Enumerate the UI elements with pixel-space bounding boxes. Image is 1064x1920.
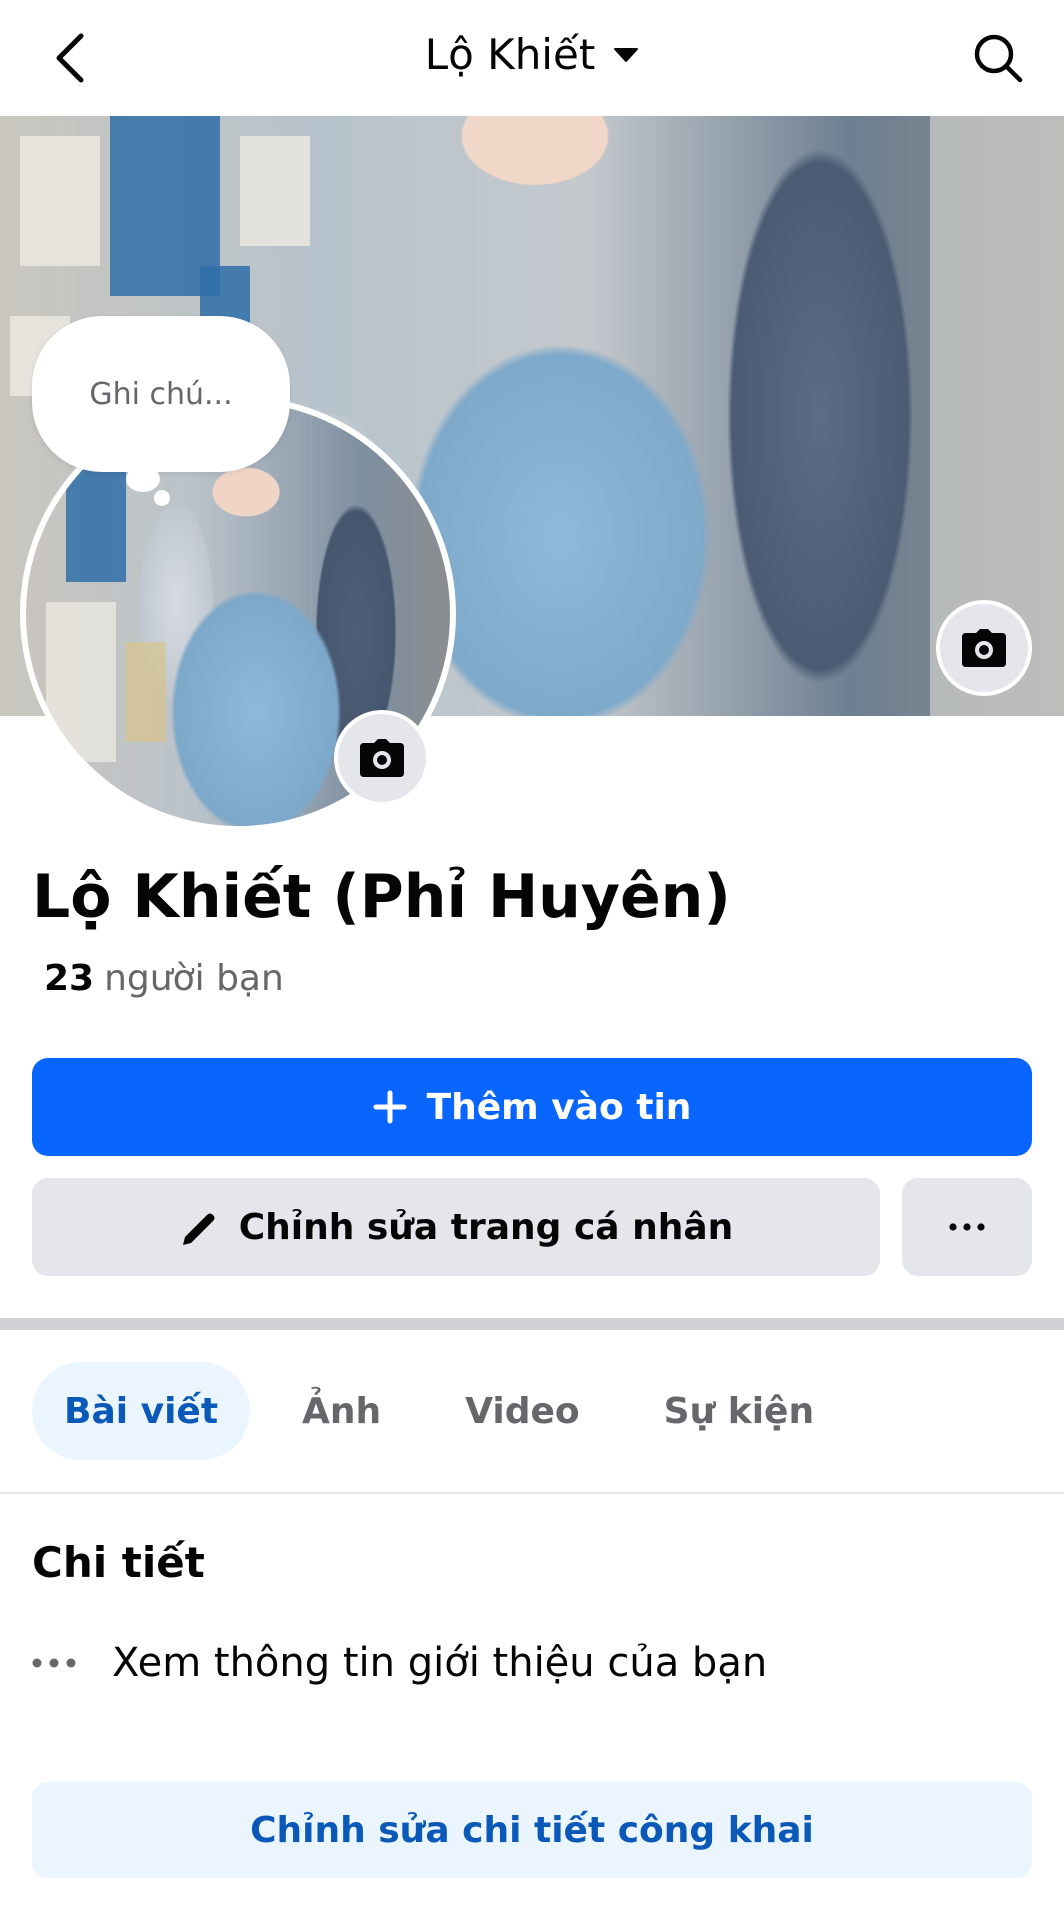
search-button[interactable]	[968, 28, 1028, 88]
profile-name: Lộ Khiết (Phỉ Huyên)	[32, 862, 731, 932]
page-title: Lộ Khiết	[424, 30, 596, 79]
edit-public-details-button[interactable]: Chỉnh sửa chi tiết công khai	[32, 1782, 1032, 1878]
avatar-decor	[46, 602, 116, 762]
edit-cover-button[interactable]	[936, 600, 1032, 696]
avatar-decor	[66, 462, 126, 582]
caret-down-icon	[614, 47, 639, 62]
edit-avatar-button[interactable]	[334, 710, 430, 806]
pencil-icon	[182, 1213, 215, 1245]
friend-count[interactable]: 23 người bạn	[44, 958, 284, 999]
search-icon	[974, 34, 1023, 83]
more-icon	[32, 1658, 76, 1668]
friend-count-number: 23	[44, 958, 95, 999]
cover-decor	[240, 136, 310, 246]
add-to-story-label: Thêm vào tin	[426, 1086, 692, 1128]
section-divider	[0, 1318, 1064, 1330]
add-to-story-button[interactable]: Thêm vào tin	[32, 1058, 1032, 1156]
more-options-button[interactable]	[902, 1178, 1032, 1276]
edit-profile-button[interactable]: Chỉnh sửa trang cá nhân	[32, 1178, 880, 1276]
avatar-decor	[126, 642, 166, 742]
plus-icon	[373, 1090, 407, 1124]
camera-icon	[360, 739, 404, 777]
view-intro-label: Xem thông tin giới thiệu của bạn	[112, 1640, 768, 1686]
tab-events[interactable]: Sự kiện	[632, 1362, 846, 1460]
edit-profile-label: Chỉnh sửa trang cá nhân	[238, 1206, 734, 1248]
profile-tabs: Bài viết Ảnh Video Sự kiện	[32, 1362, 866, 1460]
note-placeholder: Ghi chú...	[89, 376, 233, 412]
note-bubble-tail	[154, 490, 170, 506]
note-bubble[interactable]: Ghi chú...	[32, 316, 290, 472]
camera-icon	[962, 629, 1006, 667]
edit-public-details-label: Chỉnh sửa chi tiết công khai	[250, 1809, 814, 1851]
details-title: Chi tiết	[32, 1538, 205, 1587]
top-bar: Lộ Khiết	[0, 0, 1064, 116]
tab-photos[interactable]: Ảnh	[270, 1362, 413, 1460]
tabs-divider	[0, 1492, 1064, 1494]
profile-switcher[interactable]: Lộ Khiết	[0, 30, 1064, 79]
more-icon	[949, 1223, 985, 1231]
tab-posts[interactable]: Bài viết	[32, 1362, 251, 1460]
tab-videos[interactable]: Video	[433, 1362, 612, 1460]
friend-count-label: người bạn	[104, 958, 284, 999]
cover-decor	[20, 136, 100, 266]
view-intro-link[interactable]: Xem thông tin giới thiệu của bạn	[32, 1640, 767, 1686]
note-bubble-tail	[126, 466, 160, 492]
